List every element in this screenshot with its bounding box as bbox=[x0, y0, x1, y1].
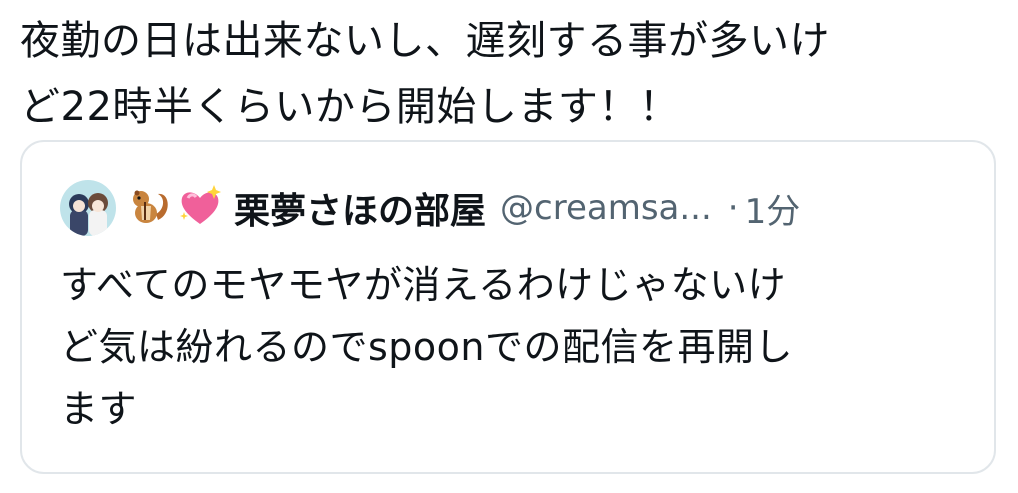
timestamp[interactable]: 1分 bbox=[745, 184, 801, 233]
handle[interactable]: @creamsa... bbox=[500, 188, 712, 228]
separator-dot: · bbox=[727, 188, 739, 228]
avatar[interactable] bbox=[60, 180, 116, 236]
tweet-text: 夜勤の日は出来ないし、遅刻する事が多いけ ど22時半くらいから開始します！！ bbox=[20, 18, 830, 130]
sparkling-heart-emoji bbox=[176, 182, 224, 234]
chipmunk-emoji bbox=[128, 184, 172, 232]
quoted-tweet-text: すべてのモヤモヤが消えるわけじゃないけ ど気は紛れるのでspoonでの配信を再開… bbox=[60, 263, 794, 431]
display-name[interactable]: 栗夢さほの部屋 bbox=[234, 182, 486, 234]
quoted-tweet-header: 栗夢さほの部屋 @creamsa... · 1分 bbox=[60, 178, 800, 238]
quoted-tweet-card[interactable]: 栗夢さほの部屋 @creamsa... · 1分 すべてのモヤモヤが消えるわけじ… bbox=[20, 140, 996, 474]
